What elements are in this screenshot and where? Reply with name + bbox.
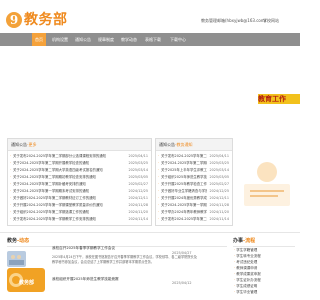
- list-item[interactable]: · 关于2024-2025学年第一学期期末考试安排的通知 2024/12/25: [10, 188, 149, 195]
- list-item[interactable]: · 关于2024-2025学年第二学期补缓考安排的通知 2025/02/27: [10, 181, 149, 188]
- section-title: 办事-流程: [233, 238, 256, 244]
- list-item[interactable]: · 关于2024-2025学年第二学期开展教学检查的通知 2025/03/25: [10, 160, 149, 167]
- list-item[interactable]: · 关于开展2024-2025学年第一学期课堂教学质量评价的通知 2024/11/2…: [10, 202, 149, 209]
- nav-item-forms[interactable]: 表格下载: [141, 33, 165, 46]
- main-nav: 首页 机构设置 通知公告 规章制度 教学动态 表格下载 下载中心: [0, 33, 300, 46]
- banner: [0, 46, 300, 114]
- list-item[interactable]: ·关于2025年上半年学生评教工作的通知2025/03/14: [158, 167, 230, 174]
- more-link[interactable]: -教务通知: [175, 142, 192, 147]
- teaching-work-badge[interactable]: 教育工作: [258, 94, 300, 104]
- list-item[interactable]: ·关于举办2024年青年教师教学竞赛的通知2024/11/20: [158, 209, 230, 216]
- list-item[interactable]: · 关于发布2024-2025学年第二学期部分公选课课程安排的通知 2025/04/…: [10, 153, 149, 160]
- process-section-header: 办事-流程: [233, 236, 295, 247]
- news-title[interactable]: 我校召开2025年春季学期教学工作会议: [52, 246, 115, 251]
- list-item[interactable]: ·关于组织2025年师范生教学技能比赛的通知2025/03/05: [158, 174, 230, 181]
- list-item[interactable]: · 关于2024-2025学年第二学期期初教学检查安排的通知 2025/03/05: [10, 174, 149, 181]
- logo-icon: 9: [6, 12, 22, 28]
- nav-item-home[interactable]: 首页: [32, 33, 46, 46]
- nav-item-downloads[interactable]: 下载中心: [166, 33, 190, 46]
- list-item[interactable]: · 关于发布2024-2025学年第一学期教学工作安排的通知 2024/11/14: [10, 216, 149, 223]
- site-name: 教务部: [24, 12, 68, 28]
- list-item[interactable]: · 关于组织2024-2025学年第二学期选课工作的通知 2024/11/20: [10, 209, 149, 216]
- news-date: 2025/04/12: [172, 281, 192, 285]
- list-item[interactable]: ·关于做好毕业生学籍清查与学历注册工作的通知2024/12/25: [158, 188, 230, 195]
- notices-panel-right: 通知公告-教务通知 ·关于发布2024-2025学年第二学期期末考试安排的通知2…: [155, 138, 233, 226]
- nav-item-org[interactable]: 机构设置: [48, 33, 72, 46]
- list-item[interactable]: ·关于2024-2025学年第二学期教材发放的通知2025/03/25: [158, 160, 230, 167]
- list-item[interactable]: · 关于2024-2025学年第二学期大学英语四级考试报名的通知 2025/03/1…: [10, 167, 149, 174]
- email-link[interactable]: 教务管理邮箱(hbxyjwb@163.com): [201, 18, 266, 24]
- panel-title: 通知公告-教务通知: [159, 142, 193, 147]
- panel-header: 通知公告-更多: [8, 139, 151, 151]
- nav-item-rules[interactable]: 规章制度: [95, 33, 117, 46]
- panel-title: 通知公告-更多: [11, 142, 37, 147]
- school-site-link[interactable]: 学校网站: [263, 18, 279, 24]
- thumb-label: 教务部: [19, 280, 35, 286]
- list-item[interactable]: ·关于开展2024年度优秀教学成果奖推荐工作的通知2024/12/11: [158, 195, 230, 202]
- list-item[interactable]: · 学生毕业管理: [234, 289, 292, 296]
- nav-item-notices[interactable]: 通知公告: [72, 33, 94, 46]
- panel-header: 通知公告-教务通知: [156, 139, 232, 151]
- news-summary: 2025年4月24日下午，我校在图书馆报告厅召开春季学期教学工作会议，学校领导、…: [52, 255, 197, 264]
- list-item[interactable]: ·关于开展2025年教学检查工作的通知2025/02/27: [158, 181, 230, 188]
- nav-item-teaching[interactable]: 教学动态: [118, 33, 140, 46]
- decoration-icon: [244, 162, 290, 206]
- list-item[interactable]: ·关于2024-2025学年第一学期重修报名的通知2024/11/28: [158, 202, 230, 209]
- list-item[interactable]: ·关于发布2024-2025学年第二学期期末考试安排的通知2025/04/11: [158, 153, 230, 160]
- news-thumb-1[interactable]: [7, 251, 26, 267]
- section-title: 教务-动态: [7, 238, 30, 244]
- list-item[interactable]: ·关于发布2024-2025学年第二学期课程安排的通知2024/11/14: [158, 216, 230, 223]
- news-section-header: 教务-动态: [7, 236, 227, 247]
- list-item[interactable]: · 关于做好2024-2025学年第二学期教材征订工作的通知 2024/12/11: [10, 195, 149, 202]
- divider: [0, 232, 300, 233]
- news-title[interactable]: 我校组织开展2025年师范生教学技能竞赛: [52, 277, 119, 282]
- more-link[interactable]: -更多: [27, 142, 36, 147]
- notices-panel-left: 通知公告-更多 · 关于发布2024-2025学年第二学期部分公选课课程安排的通知…: [7, 138, 152, 226]
